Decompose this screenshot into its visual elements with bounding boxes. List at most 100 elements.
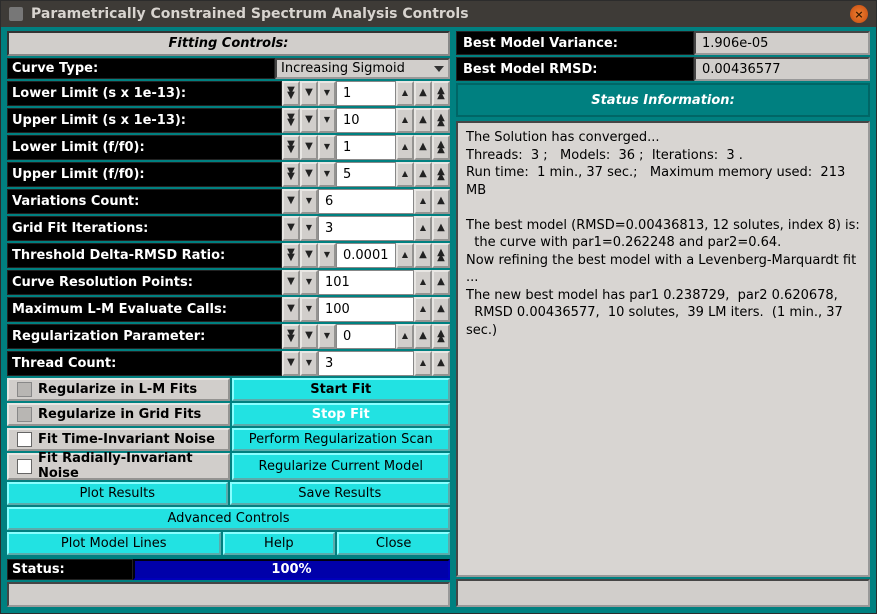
bottom-right-field[interactable] bbox=[456, 579, 870, 607]
step-down-button[interactable]: ▼ bbox=[282, 270, 300, 295]
context-down-button[interactable]: ▼ bbox=[300, 216, 318, 241]
param-input[interactable]: 1 bbox=[336, 135, 396, 160]
step-down-button[interactable]: ▼ bbox=[300, 108, 318, 133]
step-up-button[interactable]: ▲ bbox=[432, 270, 450, 295]
step-up-button[interactable]: ▲ bbox=[414, 135, 432, 160]
bottom-left-field[interactable] bbox=[7, 582, 450, 607]
up-icon: ▲ bbox=[437, 358, 445, 368]
step-big-down-button[interactable]: ▼▼ bbox=[282, 81, 300, 106]
checkbox-icon bbox=[17, 407, 32, 422]
progress-bar: 100% bbox=[133, 559, 450, 580]
step-up-button[interactable]: ▲ bbox=[432, 216, 450, 241]
context-up-button[interactable]: ▲ bbox=[414, 216, 432, 241]
context-down-button[interactable]: ▼ bbox=[300, 270, 318, 295]
param-input[interactable]: 100 bbox=[318, 297, 414, 322]
context-up-button[interactable]: ▲ bbox=[414, 351, 432, 376]
step-up-button[interactable]: ▲ bbox=[414, 108, 432, 133]
close-button[interactable]: Close bbox=[337, 532, 450, 555]
title-bar: Parametrically Constrained Spectrum Anal… bbox=[1, 1, 876, 27]
step-up-button[interactable]: ▲ bbox=[414, 81, 432, 106]
step-down-button[interactable]: ▼ bbox=[282, 216, 300, 241]
perform-regularization-button[interactable]: Perform Regularization Scan bbox=[232, 428, 451, 451]
up-icon: ▲ bbox=[419, 331, 427, 341]
regularize-current-button[interactable]: Regularize Current Model bbox=[232, 453, 451, 480]
regularize-grid-checkbox[interactable]: Regularize in Grid Fits bbox=[7, 403, 230, 426]
context-up-button[interactable]: ▲ bbox=[396, 108, 414, 133]
double-down-icon: ▼▼ bbox=[287, 142, 295, 153]
param-input[interactable]: 101 bbox=[318, 270, 414, 295]
context-down-button[interactable]: ▼ bbox=[318, 162, 336, 187]
step-up-button[interactable]: ▲ bbox=[432, 351, 450, 376]
plot-model-lines-button[interactable]: Plot Model Lines bbox=[7, 532, 221, 555]
double-down-icon: ▼▼ bbox=[287, 331, 295, 342]
context-up-button[interactable]: ▲ bbox=[396, 243, 414, 268]
context-down-button[interactable]: ▼ bbox=[318, 243, 336, 268]
param-input[interactable]: 0 bbox=[336, 324, 396, 349]
param-input[interactable]: 3 bbox=[318, 351, 414, 376]
context-down-button[interactable]: ▼ bbox=[300, 297, 318, 322]
step-big-up-button[interactable]: ▲▲ bbox=[432, 108, 450, 133]
context-down-button[interactable]: ▼ bbox=[300, 351, 318, 376]
param-input[interactable]: 3 bbox=[318, 216, 414, 241]
step-down-button[interactable]: ▼ bbox=[282, 297, 300, 322]
step-down-button[interactable]: ▼ bbox=[282, 189, 300, 214]
curve-type-select[interactable]: Increasing Sigmoid bbox=[275, 58, 450, 79]
window-title: Parametrically Constrained Spectrum Anal… bbox=[31, 6, 850, 22]
step-up-button[interactable]: ▲ bbox=[432, 297, 450, 322]
param-input[interactable]: 0.0001 bbox=[336, 243, 396, 268]
step-big-down-button[interactable]: ▼▼ bbox=[282, 243, 300, 268]
advanced-controls-button[interactable]: Advanced Controls bbox=[7, 507, 450, 530]
step-big-up-button[interactable]: ▲▲ bbox=[432, 135, 450, 160]
context-up-button[interactable]: ▲ bbox=[414, 297, 432, 322]
save-results-button[interactable]: Save Results bbox=[230, 482, 451, 505]
step-up-button[interactable]: ▲ bbox=[414, 243, 432, 268]
step-big-down-button[interactable]: ▼▼ bbox=[282, 135, 300, 160]
context-down-button[interactable]: ▼ bbox=[318, 135, 336, 160]
context-down-button[interactable]: ▼ bbox=[318, 324, 336, 349]
plot-results-button[interactable]: Plot Results bbox=[7, 482, 228, 505]
param-input[interactable]: 1 bbox=[336, 81, 396, 106]
double-up-icon: ▲▲ bbox=[437, 169, 445, 180]
stop-fit-button[interactable]: Stop Fit bbox=[232, 403, 451, 426]
step-up-button[interactable]: ▲ bbox=[414, 324, 432, 349]
step-up-button[interactable]: ▲ bbox=[432, 189, 450, 214]
param-input[interactable]: 5 bbox=[336, 162, 396, 187]
step-down-button[interactable]: ▼ bbox=[282, 351, 300, 376]
fit-time-noise-checkbox[interactable]: Fit Time-Invariant Noise bbox=[7, 428, 230, 451]
double-up-icon: ▲▲ bbox=[437, 115, 445, 126]
step-big-down-button[interactable]: ▼▼ bbox=[282, 324, 300, 349]
step-big-down-button[interactable]: ▼▼ bbox=[282, 108, 300, 133]
regularize-lm-checkbox[interactable]: Regularize in L-M Fits bbox=[7, 378, 230, 401]
small-down-icon: ▼ bbox=[306, 224, 312, 232]
step-down-button[interactable]: ▼ bbox=[300, 324, 318, 349]
step-down-button[interactable]: ▼ bbox=[300, 162, 318, 187]
context-down-button[interactable]: ▼ bbox=[300, 189, 318, 214]
context-up-button[interactable]: ▲ bbox=[414, 189, 432, 214]
fit-radial-noise-checkbox[interactable]: Fit Radially-Invariant Noise bbox=[7, 453, 230, 480]
step-big-up-button[interactable]: ▲▲ bbox=[432, 324, 450, 349]
context-down-button[interactable]: ▼ bbox=[318, 108, 336, 133]
step-down-button[interactable]: ▼ bbox=[300, 135, 318, 160]
context-up-button[interactable]: ▲ bbox=[414, 270, 432, 295]
start-fit-button[interactable]: Start Fit bbox=[232, 378, 451, 401]
context-up-button[interactable]: ▲ bbox=[396, 162, 414, 187]
param-input[interactable]: 6 bbox=[318, 189, 414, 214]
param-row: Regularization Parameter:▼▼▼▼0▲▲▲▲ bbox=[7, 324, 450, 349]
step-big-up-button[interactable]: ▲▲ bbox=[432, 162, 450, 187]
context-up-button[interactable]: ▲ bbox=[396, 81, 414, 106]
step-up-button[interactable]: ▲ bbox=[414, 162, 432, 187]
context-up-button[interactable]: ▲ bbox=[396, 135, 414, 160]
param-input[interactable]: 10 bbox=[336, 108, 396, 133]
close-icon[interactable]: × bbox=[850, 5, 868, 23]
step-big-up-button[interactable]: ▲▲ bbox=[432, 81, 450, 106]
down-icon: ▼ bbox=[287, 223, 295, 233]
step-down-button[interactable]: ▼ bbox=[300, 81, 318, 106]
step-big-up-button[interactable]: ▲▲ bbox=[432, 243, 450, 268]
step-down-button[interactable]: ▼ bbox=[300, 243, 318, 268]
step-big-down-button[interactable]: ▼▼ bbox=[282, 162, 300, 187]
status-info-text[interactable]: The Solution has converged... Threads: 3… bbox=[456, 121, 870, 577]
rmsd-value: 0.00436577 bbox=[694, 57, 870, 81]
context-up-button[interactable]: ▲ bbox=[396, 324, 414, 349]
help-button[interactable]: Help bbox=[223, 532, 336, 555]
context-down-button[interactable]: ▼ bbox=[318, 81, 336, 106]
